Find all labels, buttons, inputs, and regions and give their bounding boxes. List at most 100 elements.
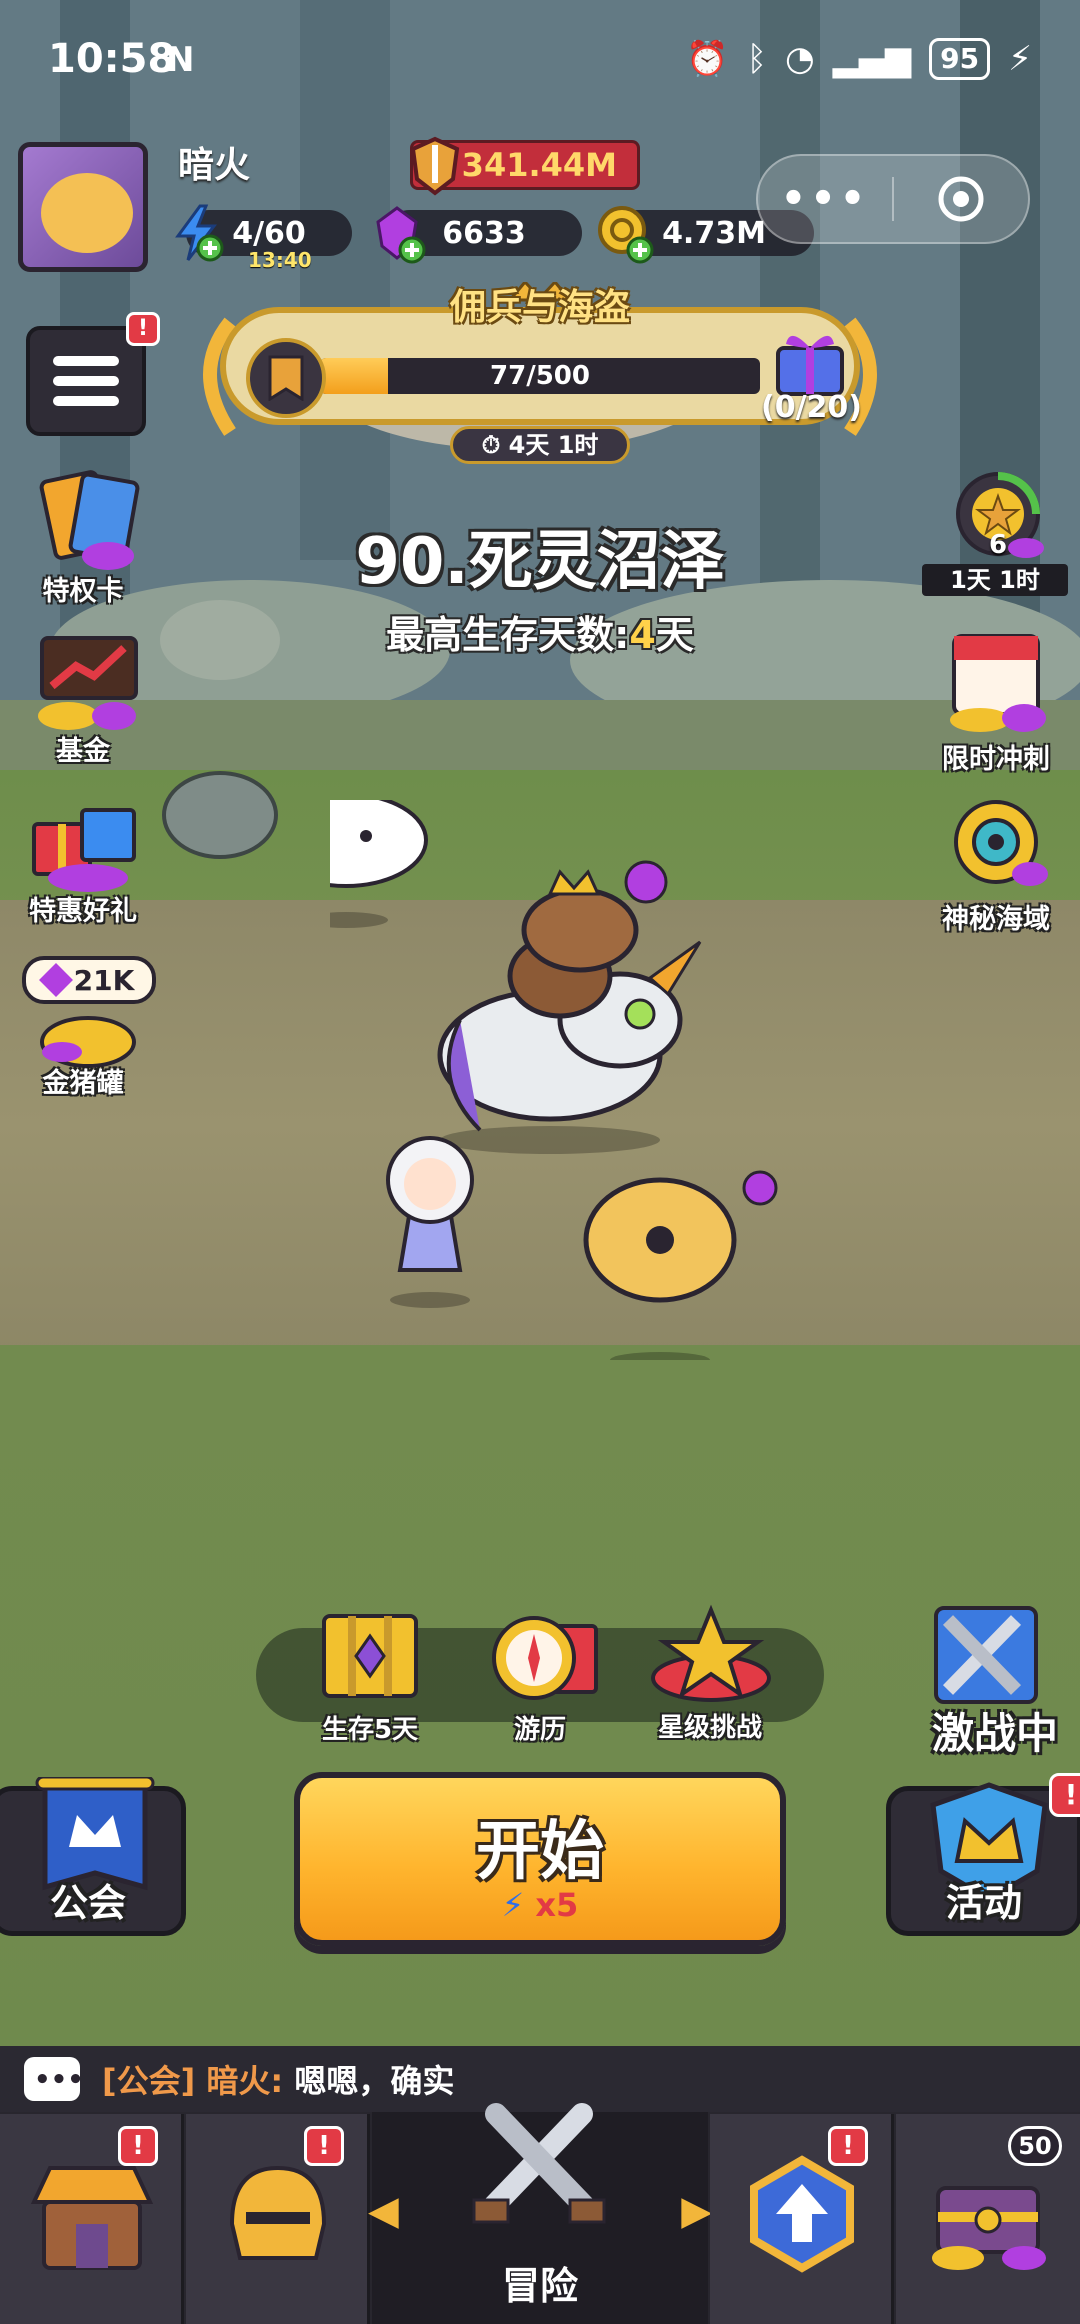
- guild-button[interactable]: 公会: [0, 1777, 186, 1936]
- helmet-icon: [229, 2165, 327, 2260]
- compass-icon: [492, 1616, 598, 1700]
- chevron-right-icon: ▶: [681, 2188, 712, 2234]
- menu-icon-line: [53, 396, 119, 406]
- piggy-bank-button[interactable]: 21K 金猪罐: [8, 952, 158, 1100]
- menu-icon: [53, 356, 119, 366]
- close-button[interactable]: [894, 173, 1028, 225]
- main-menu-button[interactable]: !: [26, 312, 160, 436]
- status-bar: 10:58 N ⏰ ᛒ ◔ ▂▄▆ 95 ⚡: [0, 28, 1080, 98]
- gem-value: 6633: [442, 215, 526, 251]
- tab-adventure-label: 冒险: [501, 2264, 578, 2308]
- star-reward-timer: 1天 1时: [922, 564, 1068, 596]
- star-reward-count: 6: [988, 530, 1008, 560]
- tab-adventure[interactable]: ◀ ▶ 冒险: [368, 2103, 712, 2324]
- combat-power: 341.44M: [410, 136, 640, 196]
- time-limited-sprint-button[interactable]: 限时冲刺: [916, 626, 1076, 776]
- start-label: 开始: [476, 1815, 604, 1889]
- elephant-avatar-icon: [41, 173, 133, 253]
- wifi-icon: ◔: [785, 39, 815, 79]
- gold-value: 4.73M: [662, 215, 766, 251]
- activity-label: 活动: [945, 1881, 1022, 1925]
- survive-five-days-button[interactable]: 生存5天: [290, 1606, 450, 1746]
- tab-treasure[interactable]: 50: [896, 2114, 1080, 2324]
- chat-sender: 暗火:: [206, 2062, 284, 2100]
- event-progress-text: 77/500: [490, 361, 590, 391]
- event-gift-count: (0/20): [760, 390, 862, 425]
- gold-coin-icon: [598, 206, 654, 264]
- start-button[interactable]: 开始 ⚡ x5: [294, 1772, 786, 1946]
- chat-text: 嗯嗯，确实: [294, 2062, 455, 2100]
- special-gift-button[interactable]: 特惠好礼: [8, 788, 158, 928]
- action-label: 游历: [513, 1715, 566, 1745]
- side-label: 特惠好礼: [29, 896, 137, 927]
- side-label: 基金: [56, 736, 110, 767]
- chat-dots: •••: [34, 2065, 84, 2095]
- best-days-label: 最高生存天数:: [386, 613, 630, 657]
- alert-badge: !: [126, 312, 160, 346]
- princess-hero-icon: [386, 1136, 474, 1308]
- piggy-bank-amount: 21K: [22, 956, 156, 1004]
- tab-shop[interactable]: !: [0, 2114, 184, 2324]
- gem-icon: [376, 206, 426, 264]
- gem-icon: [38, 963, 73, 997]
- player-avatar[interactable]: [18, 142, 148, 272]
- event-timer-text: 4天 1时: [508, 431, 599, 459]
- shop-icon: [30, 2166, 154, 2270]
- more-button[interactable]: •••: [758, 176, 892, 222]
- signal-icon: ▂▄▆: [832, 39, 912, 79]
- combat-power-value: 341.44M: [461, 146, 617, 184]
- mystery-sea-button[interactable]: 神秘海域: [916, 786, 1076, 936]
- alert-badge: !: [118, 2126, 158, 2166]
- energy-bolt-icon: [175, 204, 224, 262]
- battle-status-label: 激战中: [931, 1709, 1058, 1758]
- guild-label: 公会: [49, 1881, 126, 1925]
- bottom-nav: ! ! ◀ ▶ 冒险 ! 50: [0, 2103, 1080, 2324]
- alert-badge: !: [1049, 1773, 1080, 1817]
- activity-button[interactable]: ! 活动: [886, 1773, 1080, 1936]
- crossed-swords-icon[interactable]: [926, 1600, 1046, 1710]
- side-label: 金猪罐: [42, 1068, 124, 1099]
- journey-button[interactable]: 游历: [460, 1606, 620, 1746]
- star-trophy-icon: [651, 1604, 771, 1702]
- alert-badge: !: [304, 2126, 344, 2166]
- battery-icon: 95: [929, 38, 991, 80]
- gate-icon: [322, 1614, 418, 1698]
- tab-upgrade[interactable]: !: [710, 2114, 894, 2324]
- player-name: 暗火: [178, 145, 251, 186]
- gem-counter[interactable]: 6633: [376, 206, 582, 264]
- clock-icon: ⏱: [481, 431, 501, 459]
- gold-pig-icon: [40, 1016, 136, 1068]
- compass-ring-icon: [954, 800, 1048, 886]
- chat-channel: [公会]: [102, 2062, 196, 2100]
- action-label: 星级挑战: [657, 1713, 762, 1743]
- chest-count-badge: 50: [1008, 2126, 1062, 2166]
- banner-flag-icon: [268, 355, 304, 401]
- menu-icon-line: [53, 376, 119, 386]
- energy-value: 4/60: [232, 215, 306, 251]
- alarm-icon: ⏰: [686, 39, 729, 79]
- event-banner[interactable]: 佣兵与海盗 77/500 (0/20) ⏱ 4天 1时: [190, 262, 890, 464]
- target-icon: [938, 176, 984, 222]
- hero-party-illustration: [330, 800, 778, 1360]
- treasure-chest-icon: [932, 2186, 1046, 2270]
- chat-bubble-icon: •••: [24, 2057, 84, 2101]
- piggy-bank-amount-text: 21K: [73, 963, 135, 997]
- event-emblem-icon: [246, 338, 326, 418]
- event-progress-bar: 77/500: [320, 358, 760, 394]
- capybara-rider-icon: [437, 860, 702, 1154]
- star-challenge-button[interactable]: 星级挑战: [630, 1604, 790, 1744]
- side-label: 神秘海域: [942, 904, 1050, 935]
- energy-bolt-icon: ⚡: [501, 1886, 525, 1924]
- action-label: 生存5天: [321, 1715, 419, 1745]
- elephant-pet-icon: [583, 1170, 778, 1360]
- event-timer: ⏱ 4天 1时: [450, 426, 630, 464]
- alert-badge: !: [828, 2126, 868, 2166]
- cloud-pet-icon: [330, 800, 428, 928]
- chevron-left-icon: ◀: [368, 2188, 399, 2234]
- tab-heroes[interactable]: !: [186, 2114, 370, 2324]
- status-icons: ⏰ ᛒ ◔ ▂▄▆ 95 ⚡: [686, 38, 1032, 80]
- calendar-icon: [950, 634, 1046, 732]
- side-label: 限时冲刺: [942, 744, 1050, 775]
- nfc-icon: N: [166, 40, 195, 80]
- chat-message: [公会] 暗火: 嗯嗯，确实: [102, 2056, 454, 2102]
